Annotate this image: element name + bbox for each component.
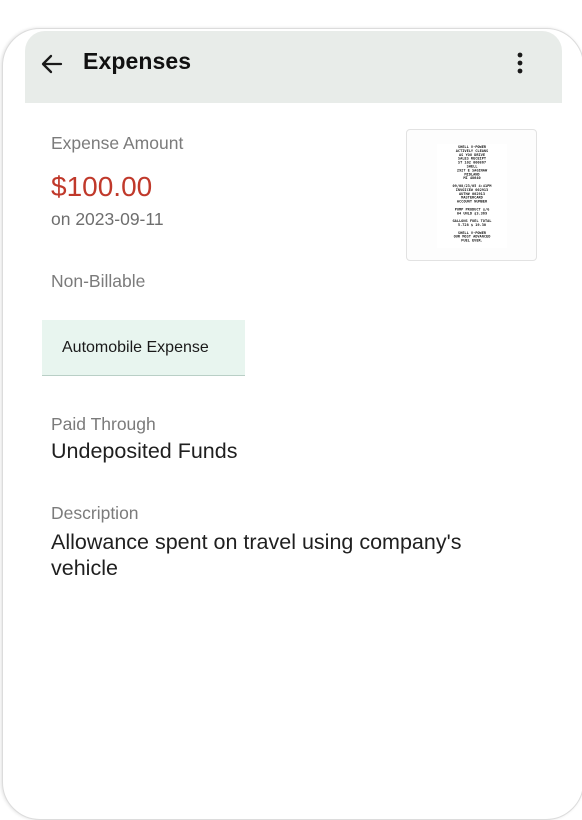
receipt-line: MI 48640 — [463, 176, 480, 180]
paid-through-label: Paid Through — [51, 414, 156, 434]
category-chip[interactable]: Automobile Expense — [42, 320, 245, 376]
page-title: Expenses — [83, 48, 192, 74]
category-label: Automobile Expense — [62, 339, 209, 356]
receipt-image: SHELL V-POWERACTIVELY CLEANSAS YOU DRIVE… — [437, 144, 507, 248]
description-value: Allowance spent on travel using company'… — [51, 530, 462, 580]
expense-amount-label: Expense Amount — [51, 133, 184, 153]
phone-frame: Expenses Expense Amount $100.00 on 2023-… — [2, 28, 582, 820]
receipt-thumbnail[interactable]: SHELL V-POWER ACTIVELY CLEANS AS YOU DRIVE… — [406, 129, 537, 261]
receipt-line: 5.728 $ 19.30 — [458, 223, 486, 227]
app-bar: Expenses — [25, 31, 562, 103]
expense-date: on 2023-09-11 — [51, 209, 164, 229]
expense-amount: $100.00 — [51, 171, 153, 202]
paid-through-value: Undeposited Funds — [51, 439, 238, 463]
billable-status: Non-Billable — [51, 271, 146, 291]
receipt-line: 04 UNLD $3.369 — [457, 211, 487, 215]
receipt-line: ACCOUNT NUMBER — [457, 200, 488, 204]
more-vertical-icon[interactable] — [508, 49, 532, 77]
description-label: Description — [51, 503, 139, 523]
receipt-line: FUEL EVER. — [461, 239, 483, 243]
arrow-left-icon[interactable] — [39, 51, 65, 77]
